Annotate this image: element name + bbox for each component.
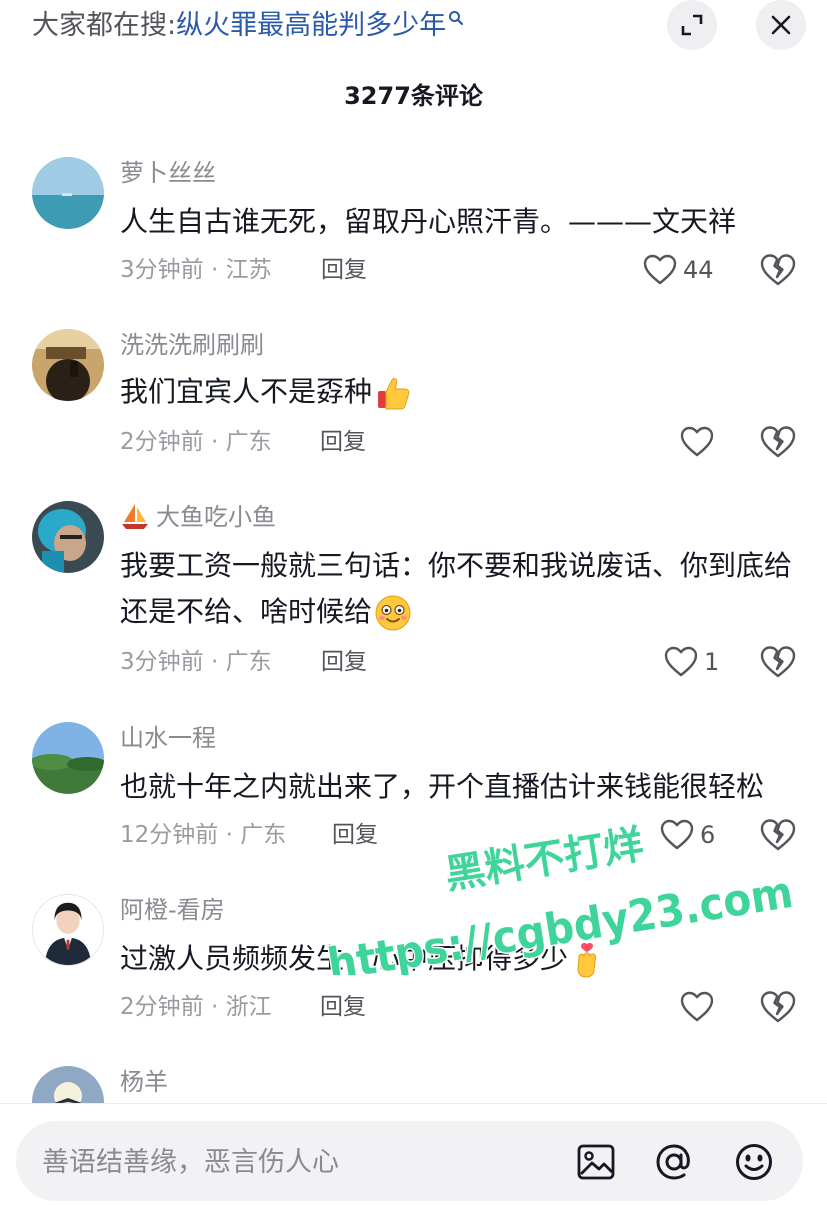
like-button[interactable] [680, 989, 720, 1025]
top-bar: 大家都在搜:纵火罪最高能判多少年 [0, 0, 827, 60]
comment-text-content: 我要工资一般就三句话：你不要和我说废话、你到底给还是不给、啥时候给 [120, 549, 793, 628]
comment-username-label: 大鱼吃小鱼 [156, 503, 276, 531]
search-icon [449, 11, 464, 26]
emoji-icon[interactable] [734, 1142, 774, 1182]
like-button[interactable]: 1 [664, 644, 719, 680]
avatar[interactable] [32, 894, 104, 966]
comment-item: 阿橙-看房 过激人员频频发生，心中压抑得多少 2分钟前 · 浙江 回复 [0, 894, 827, 1034]
search-suggestion-prefix: 大家都在搜: [32, 10, 177, 41]
comment-text: 我要工资一般就三句话：你不要和我说废话、你到底给还是不给、啥时候给 [120, 543, 810, 635]
comment-text: 过激人员频频发生，心中压抑得多少 [120, 936, 810, 982]
reply-button[interactable]: 回复 [332, 818, 378, 852]
smiling-face-emoji-icon [375, 595, 411, 631]
comment-item: 萝卜丝丝 人生自古谁无死，留取丹心照汗青。———文天祥 3分钟前 · 江苏 回复… [0, 157, 827, 297]
comment-text-content: 过激人员频频发生，心中压抑得多少 [120, 942, 569, 975]
comment-meta: 2分钟前 · 广东 [120, 429, 272, 455]
reply-button[interactable]: 回复 [321, 253, 367, 287]
comment-input[interactable] [40, 1121, 564, 1203]
comment-input-bar [0, 1103, 827, 1206]
like-count: 44 [683, 256, 714, 284]
comment-item: 山水一程 也就十年之内就出来了，开个直播估计来钱能很轻松 12分钟前 · 广东 … [0, 722, 827, 862]
image-icon[interactable] [576, 1142, 616, 1182]
heart-icon [664, 646, 698, 677]
heart-icon [660, 819, 694, 850]
comment-username[interactable]: 山水一程 [120, 722, 216, 754]
close-button[interactable] [756, 0, 806, 50]
reply-button[interactable]: 回复 [320, 990, 366, 1024]
comment-item: 杨羊 [0, 1066, 827, 1103]
avatar[interactable] [32, 157, 104, 229]
thumbs-up-emoji-icon [378, 377, 410, 410]
comment-meta: 3分钟前 · 广东 [120, 649, 272, 675]
heart-icon [680, 426, 714, 457]
close-icon [771, 15, 791, 35]
like-button[interactable]: 44 [643, 252, 714, 288]
broken-heart-icon[interactable] [760, 817, 796, 853]
comment-text: 我们宜宾人不是孬种 [120, 369, 810, 415]
reply-button[interactable]: 回复 [321, 645, 367, 679]
heart-icon [680, 991, 714, 1022]
like-button[interactable]: 6 [660, 817, 715, 853]
avatar[interactable] [32, 722, 104, 794]
like-button[interactable] [680, 424, 720, 460]
like-count: 1 [704, 648, 720, 676]
comment-username[interactable]: 大鱼吃小鱼 [120, 501, 276, 533]
broken-heart-icon[interactable] [760, 989, 796, 1025]
comment-meta: 2分钟前 · 浙江 [120, 994, 272, 1020]
broken-heart-icon[interactable] [760, 252, 796, 288]
comment-item: 大鱼吃小鱼 我要工资一般就三句话：你不要和我说废话、你到底给还是不给、啥时候给 … [0, 501, 827, 691]
comment-item: 洗洗洗刷刷刷 我们宜宾人不是孬种 2分钟前 · 广东 回复 [0, 329, 827, 469]
comment-meta: 12分钟前 · 广东 [120, 822, 287, 848]
comment-input-container[interactable] [16, 1121, 803, 1203]
at-icon[interactable] [654, 1142, 694, 1182]
comment-text: 也就十年之内就出来了，开个直播估计来钱能很轻松 [120, 770, 765, 803]
avatar[interactable] [32, 1066, 104, 1103]
comment-username[interactable]: 萝卜丝丝 [120, 157, 216, 189]
comment-username[interactable]: 洗洗洗刷刷刷 [120, 329, 264, 361]
search-suggestion-query[interactable]: 纵火罪最高能判多少年 [176, 10, 446, 41]
sailboat-icon [122, 504, 148, 529]
broken-heart-icon[interactable] [760, 424, 796, 460]
like-count: 6 [700, 821, 716, 849]
broken-heart-icon[interactable] [760, 644, 796, 680]
search-suggestion[interactable]: 大家都在搜:纵火罪最高能判多少年 [32, 6, 464, 46]
reply-button[interactable]: 回复 [320, 425, 366, 459]
comment-text: 人生自古谁无死，留取丹心照汗青。———文天祥 [120, 205, 737, 238]
expand-button[interactable] [667, 0, 717, 50]
avatar[interactable] [32, 501, 104, 573]
comment-count-title: 3277条评论 [344, 82, 483, 110]
avatar[interactable] [32, 329, 104, 401]
comment-text-content: 我们宜宾人不是孬种 [120, 375, 373, 408]
finger-heart-emoji-icon [577, 943, 597, 978]
heart-icon [643, 254, 677, 285]
comment-meta: 3分钟前 · 江苏 [120, 257, 272, 283]
comment-username[interactable]: 杨羊 [120, 1066, 168, 1098]
expand-icon [681, 14, 703, 36]
comment-username[interactable]: 阿橙-看房 [120, 894, 225, 926]
